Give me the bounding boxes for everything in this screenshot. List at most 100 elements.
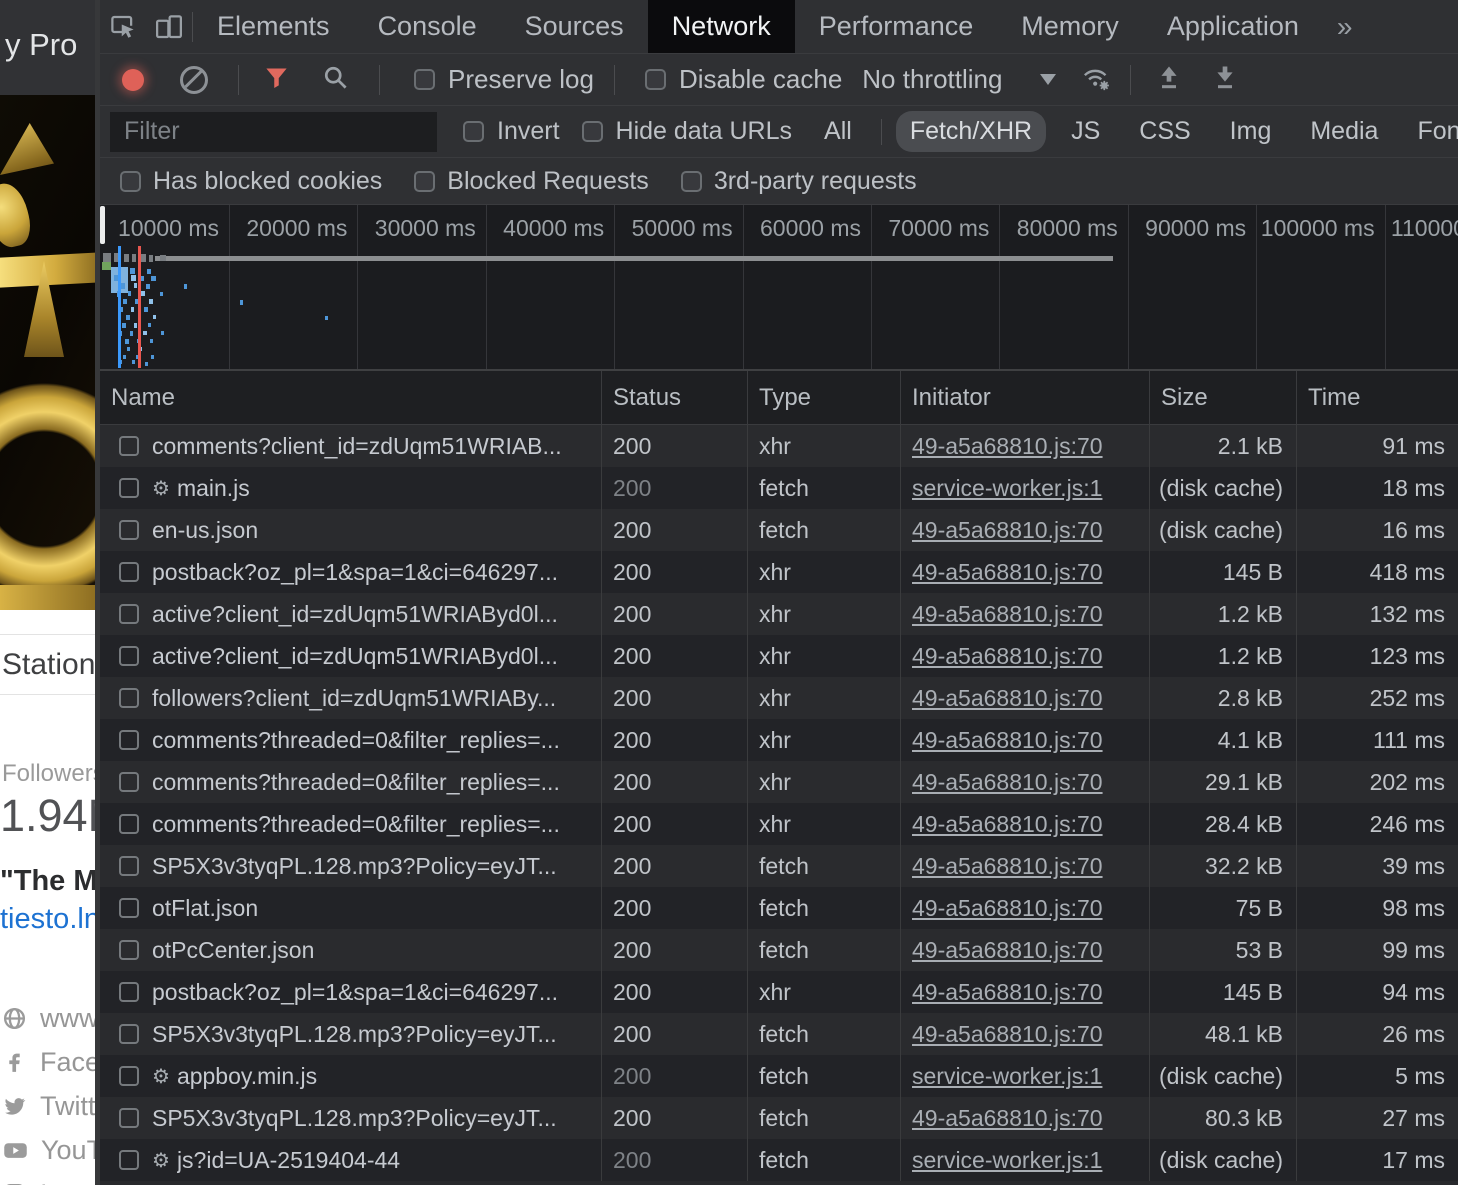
blocked-requests-checkbox[interactable] — [414, 171, 435, 192]
request-checkbox[interactable] — [119, 1108, 139, 1128]
import-har-icon[interactable] — [1155, 63, 1183, 96]
social-link-youtube[interactable]: YouTu — [0, 1128, 100, 1172]
tab-network[interactable]: Network — [648, 0, 795, 53]
type-filter-font[interactable]: Font — [1403, 111, 1458, 152]
request-row[interactable]: comments?threaded=0&filter_replies=...20… — [100, 719, 1458, 761]
clear-button[interactable] — [180, 66, 208, 94]
column-header-initiator[interactable]: Initiator — [901, 371, 1150, 424]
request-row[interactable]: comments?client_id=zdUqm51WRIAB...200xhr… — [100, 425, 1458, 467]
request-checkbox[interactable] — [119, 982, 139, 1002]
social-link-twitter[interactable]: Twitte — [0, 1084, 100, 1128]
request-row[interactable]: en-us.json200fetch49-a5a68810.js:70(disk… — [100, 509, 1458, 551]
request-checkbox[interactable] — [119, 436, 139, 456]
request-initiator-link[interactable]: 49-a5a68810.js:70 — [912, 685, 1103, 712]
preserve-log-checkbox[interactable] — [414, 69, 435, 90]
request-initiator-link[interactable]: 49-a5a68810.js:70 — [912, 601, 1103, 628]
column-header-type[interactable]: Type — [748, 371, 901, 424]
tab-memory[interactable]: Memory — [997, 0, 1143, 53]
tab-elements[interactable]: Elements — [193, 0, 354, 53]
request-checkbox[interactable] — [119, 940, 139, 960]
request-checkbox[interactable] — [119, 520, 139, 540]
tab-performance[interactable]: Performance — [795, 0, 998, 53]
throttling-select[interactable]: No throttling — [862, 64, 1002, 95]
request-row[interactable]: comments?threaded=0&filter_replies=...20… — [100, 803, 1458, 845]
column-header-name[interactable]: Name — [100, 371, 602, 424]
device-toolbar-button[interactable] — [146, 0, 192, 53]
column-header-size[interactable]: Size — [1150, 371, 1297, 424]
column-header-time[interactable]: Time — [1297, 371, 1458, 424]
type-filter-css[interactable]: CSS — [1125, 111, 1204, 152]
request-checkbox[interactable] — [119, 688, 139, 708]
export-har-icon[interactable] — [1211, 63, 1239, 96]
request-row[interactable]: active?client_id=zdUqm51WRIAByd0l...200x… — [100, 593, 1458, 635]
request-checkbox[interactable] — [119, 814, 139, 834]
bio-link[interactable]: tiesto.lnk — [0, 903, 100, 936]
request-checkbox[interactable] — [119, 478, 139, 498]
type-filter-js[interactable]: JS — [1057, 111, 1114, 152]
social-link-instagram[interactable]: Instag — [0, 1172, 100, 1185]
request-initiator-link[interactable]: service-worker.js:1 — [912, 475, 1102, 502]
request-row[interactable]: SP5X3v3tyqPL.128.mp3?Policy=eyJT...200fe… — [100, 845, 1458, 887]
chevron-down-icon[interactable] — [1040, 74, 1056, 85]
request-checkbox[interactable] — [119, 730, 139, 750]
filter-input[interactable] — [110, 112, 437, 152]
hide-data-urls-checkbox[interactable] — [582, 121, 603, 142]
request-initiator-link[interactable]: 49-a5a68810.js:70 — [912, 559, 1103, 586]
request-initiator-link[interactable]: 49-a5a68810.js:70 — [912, 853, 1103, 880]
column-header-status[interactable]: Status — [602, 371, 748, 424]
request-row[interactable]: otPcCenter.json200fetch49-a5a68810.js:70… — [100, 929, 1458, 971]
request-row[interactable]: comments?threaded=0&filter_replies=...20… — [100, 761, 1458, 803]
request-row[interactable]: active?client_id=zdUqm51WRIAByd0l...200x… — [100, 635, 1458, 677]
request-initiator-link[interactable]: 49-a5a68810.js:70 — [912, 979, 1103, 1006]
request-row[interactable]: ⚙main.js200fetchservice-worker.js:1(disk… — [100, 467, 1458, 509]
filter-toggle-icon[interactable] — [263, 64, 290, 96]
request-checkbox[interactable] — [119, 898, 139, 918]
tab-console[interactable]: Console — [354, 0, 501, 53]
request-row[interactable]: followers?client_id=zdUqm51WRIABy...200x… — [100, 677, 1458, 719]
record-button[interactable] — [122, 69, 144, 91]
request-row[interactable]: SP5X3v3tyqPL.128.mp3?Policy=eyJT...200fe… — [100, 1097, 1458, 1139]
request-checkbox[interactable] — [119, 1150, 139, 1170]
network-overview-timeline[interactable]: 10000 ms20000 ms30000 ms40000 ms50000 ms… — [100, 205, 1458, 371]
request-row[interactable]: postback?oz_pl=1&spa=1&ci=646297...200xh… — [100, 971, 1458, 1013]
request-initiator-link[interactable]: 49-a5a68810.js:70 — [912, 895, 1103, 922]
request-initiator-link[interactable]: 49-a5a68810.js:70 — [912, 1021, 1103, 1048]
request-checkbox[interactable] — [119, 856, 139, 876]
social-link-facebook[interactable]: Faceb — [0, 1040, 100, 1084]
disable-cache-checkbox[interactable] — [645, 69, 666, 90]
request-checkbox[interactable] — [119, 604, 139, 624]
request-initiator-link[interactable]: service-worker.js:1 — [912, 1147, 1102, 1174]
search-icon[interactable] — [322, 64, 349, 96]
request-initiator-link[interactable]: service-worker.js:1 — [912, 1063, 1102, 1090]
request-row[interactable]: ⚙appboy.min.js200fetchservice-worker.js:… — [100, 1055, 1458, 1097]
more-tabs-button[interactable]: » — [1323, 11, 1367, 43]
request-row[interactable]: postback?oz_pl=1&spa=1&ci=646297...200xh… — [100, 551, 1458, 593]
type-filter-all[interactable]: All — [810, 111, 866, 152]
request-row[interactable]: SP5X3v3tyqPL.128.mp3?Policy=eyJT...200fe… — [100, 1013, 1458, 1055]
tab-sources[interactable]: Sources — [501, 0, 648, 53]
network-conditions-icon[interactable] — [1080, 62, 1114, 97]
request-checkbox[interactable] — [119, 646, 139, 666]
request-row[interactable]: ⚙js?id=UA-2519404-44200fetchservice-work… — [100, 1139, 1458, 1181]
request-checkbox[interactable] — [119, 1066, 139, 1086]
request-initiator-link[interactable]: 49-a5a68810.js:70 — [912, 727, 1103, 754]
inspect-element-button[interactable] — [100, 0, 146, 53]
type-filter-media[interactable]: Media — [1296, 111, 1392, 152]
request-initiator-link[interactable]: 49-a5a68810.js:70 — [912, 1105, 1103, 1132]
request-initiator-link[interactable]: 49-a5a68810.js:70 — [912, 517, 1103, 544]
station-label[interactable]: Station — [2, 648, 95, 682]
type-filter-img[interactable]: Img — [1216, 111, 1286, 152]
has-blocked-cookies-checkbox[interactable] — [120, 171, 141, 192]
request-checkbox[interactable] — [119, 772, 139, 792]
request-initiator-link[interactable]: 49-a5a68810.js:70 — [912, 937, 1103, 964]
request-initiator-link[interactable]: 49-a5a68810.js:70 — [912, 643, 1103, 670]
request-checkbox[interactable] — [119, 1024, 139, 1044]
request-initiator-link[interactable]: 49-a5a68810.js:70 — [912, 433, 1103, 460]
invert-checkbox[interactable] — [463, 121, 484, 142]
request-checkbox[interactable] — [119, 562, 139, 582]
type-filter-fetch-xhr[interactable]: Fetch/XHR — [896, 111, 1046, 152]
tab-application[interactable]: Application — [1143, 0, 1323, 53]
request-row[interactable]: otFlat.json200fetch49-a5a68810.js:7075 B… — [100, 887, 1458, 929]
third-party-requests-checkbox[interactable] — [681, 171, 702, 192]
request-initiator-link[interactable]: 49-a5a68810.js:70 — [912, 811, 1103, 838]
